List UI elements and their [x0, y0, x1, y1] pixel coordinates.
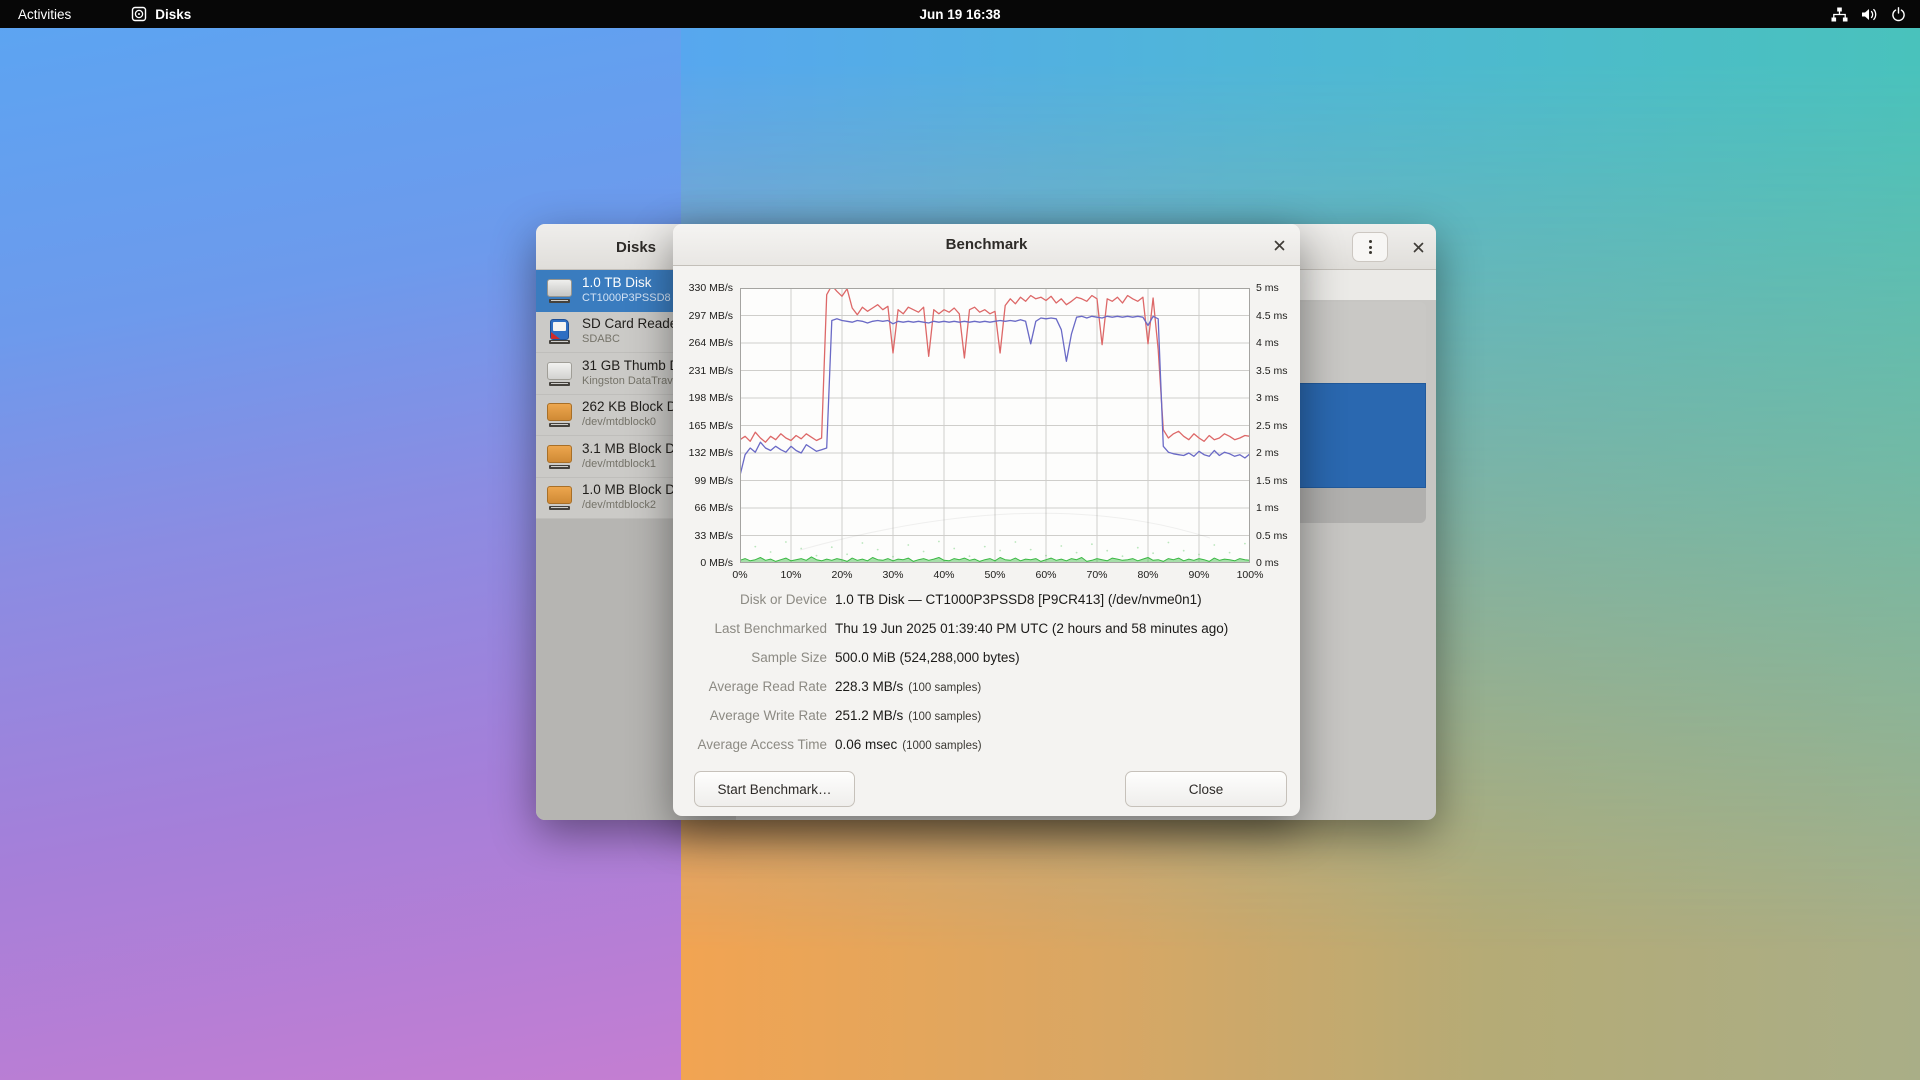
detail-value: 500.0 MiB (524,288,000 bytes): [835, 650, 1020, 665]
thumb-drive-icon: [546, 360, 573, 387]
detail-row: Last Benchmarked Thu 19 Jun 2025 01:39:40…: [673, 621, 1300, 650]
sidebar-item-subtitle: CT1000P3PSSD8: [582, 292, 671, 306]
axis-tick-label: 10%: [769, 569, 813, 581]
axis-tick-label: 1 ms: [1256, 502, 1300, 514]
detail-value: 0.06 msec: [835, 737, 897, 752]
disks-close-button[interactable]: [1408, 237, 1428, 257]
axis-tick-label: 3 ms: [1256, 392, 1300, 404]
sidebar-item-title: SD Card Reader: [582, 316, 682, 333]
axis-tick-label: 5 ms: [1256, 282, 1300, 294]
block-device-icon: [546, 443, 573, 470]
detail-note: (1000 samples): [902, 740, 981, 752]
detail-row: Disk or Device 1.0 TB Disk — CT1000P3PSSD…: [673, 592, 1300, 621]
axis-tick-label: 0.5 ms: [1256, 530, 1300, 542]
start-benchmark-button[interactable]: Start Benchmark…: [694, 771, 855, 807]
detail-row: Average Write Rate 251.2 MB/s (100 samples…: [673, 708, 1300, 737]
axis-tick-label: 80%: [1126, 569, 1170, 581]
axis-tick-label: 40%: [922, 569, 966, 581]
network-icon: [1831, 7, 1848, 22]
axis-tick-label: 2 ms: [1256, 447, 1300, 459]
clock[interactable]: Jun 19 16:38: [0, 7, 1920, 22]
block-device-icon: [546, 484, 573, 511]
volume-icon: [1861, 7, 1878, 22]
disks-window-title: Disks: [616, 239, 656, 256]
detail-value: Thu 19 Jun 2025 01:39:40 PM UTC (2 hours…: [835, 621, 1228, 636]
benchmark-dialog: Benchmark 330 MB/s 297 MB/s 264 MB/s 231 MB…: [673, 224, 1300, 816]
axis-tick-label: 4.5 ms: [1256, 310, 1300, 322]
kebab-menu-icon: [1369, 240, 1372, 254]
detail-value: 251.2 MB/s: [835, 708, 903, 723]
axis-tick-label: 231 MB/s: [675, 365, 733, 377]
benchmark-chart: [740, 288, 1250, 563]
detail-note: (100 samples): [908, 711, 981, 723]
detail-row: Average Read Rate 228.3 MB/s (100 samples): [673, 679, 1300, 708]
detail-label: Last Benchmarked: [673, 621, 827, 636]
menu-button[interactable]: [1352, 232, 1388, 262]
hard-disk-icon: [546, 277, 573, 304]
detail-note: (100 samples): [908, 682, 981, 694]
axis-tick-label: 0%: [718, 569, 762, 581]
sidebar-item-title: 1.0 TB Disk: [582, 275, 671, 292]
axis-tick-label: 50%: [973, 569, 1017, 581]
close-button[interactable]: Close: [1125, 771, 1287, 807]
axis-tick-label: 0 ms: [1256, 557, 1300, 569]
axis-tick-label: 100%: [1228, 569, 1272, 581]
close-icon: [1274, 240, 1285, 251]
detail-label: Average Write Rate: [673, 708, 827, 723]
axis-tick-label: 264 MB/s: [675, 337, 733, 349]
axis-tick-label: 165 MB/s: [675, 420, 733, 432]
detail-label: Average Read Rate: [673, 679, 827, 694]
axis-tick-label: 66 MB/s: [675, 502, 733, 514]
axis-tick-label: 60%: [1024, 569, 1068, 581]
axis-tick-label: 330 MB/s: [675, 282, 733, 294]
top-bar: Activities Disks Jun 19 16:38: [0, 0, 1920, 28]
axis-tick-label: 2.5 ms: [1256, 420, 1300, 432]
benchmark-details: Disk or Device 1.0 TB Disk — CT1000P3PSSD…: [673, 592, 1300, 766]
axis-tick-label: 30%: [871, 569, 915, 581]
axis-tick-label: 99 MB/s: [675, 475, 733, 487]
system-status-area[interactable]: [1831, 0, 1906, 28]
axis-tick-label: 132 MB/s: [675, 447, 733, 459]
close-icon: [1413, 242, 1424, 253]
benchmark-close-button[interactable]: [1269, 235, 1289, 255]
sd-card-icon: [546, 318, 573, 345]
detail-value: 1.0 TB Disk — CT1000P3PSSD8 [P9CR413] (/…: [835, 592, 1202, 607]
detail-label: Average Access Time: [673, 737, 827, 752]
axis-tick-label: 20%: [820, 569, 864, 581]
axis-tick-label: 297 MB/s: [675, 310, 733, 322]
benchmark-title: Benchmark: [946, 236, 1028, 253]
detail-row: Sample Size 500.0 MiB (524,288,000 bytes): [673, 650, 1300, 679]
detail-value: 228.3 MB/s: [835, 679, 903, 694]
detail-label: Sample Size: [673, 650, 827, 665]
detail-label: Disk or Device: [673, 592, 827, 607]
axis-tick-label: 0 MB/s: [675, 557, 733, 569]
sidebar-item-subtitle: SDABC: [582, 333, 682, 347]
axis-tick-label: 4 ms: [1256, 337, 1300, 349]
axis-tick-label: 90%: [1177, 569, 1221, 581]
benchmark-headerbar: Benchmark: [673, 224, 1300, 266]
block-device-icon: [546, 401, 573, 428]
power-icon: [1891, 7, 1906, 22]
axis-tick-label: 198 MB/s: [675, 392, 733, 404]
detail-row: Average Access Time 0.06 msec (1000 sample…: [673, 737, 1300, 766]
axis-tick-label: 33 MB/s: [675, 530, 733, 542]
axis-tick-label: 3.5 ms: [1256, 365, 1300, 377]
axis-tick-label: 1.5 ms: [1256, 475, 1300, 487]
axis-tick-label: 70%: [1075, 569, 1119, 581]
